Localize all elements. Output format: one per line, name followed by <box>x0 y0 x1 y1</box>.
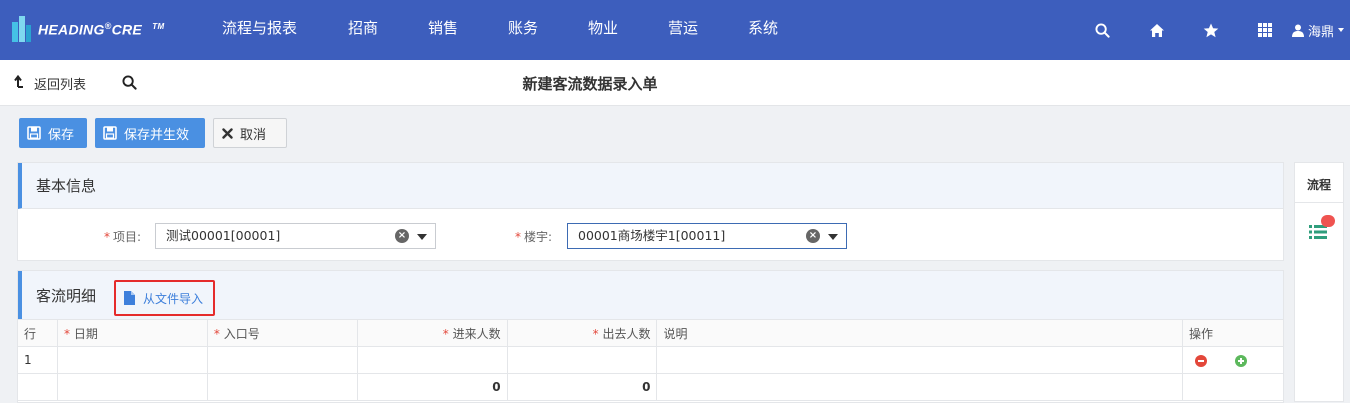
date-cell[interactable] <box>56 346 208 374</box>
file-icon <box>124 291 135 305</box>
nav-item-leasing[interactable]: 招商 <box>348 0 428 60</box>
logo[interactable]: HEADING®CRE TM <box>12 14 164 44</box>
user-icon <box>1291 24 1304 37</box>
workflow-side-panel: 流程 <box>1294 162 1344 402</box>
table-row: 1 <box>17 346 1284 374</box>
nav-item-operations[interactable]: 营运 <box>668 0 748 60</box>
nav-item-reports[interactable]: 流程与报表 <box>222 0 348 60</box>
nav-item-accounts[interactable]: 账务 <box>508 0 588 60</box>
remove-row-icon[interactable] <box>1195 354 1207 367</box>
col-actions: 操作 <box>1182 319 1284 347</box>
actions-cell <box>1182 346 1284 374</box>
traffic-detail-title: 客流明细 <box>36 286 97 305</box>
clear-icon[interactable]: × <box>806 229 820 243</box>
out-count-cell[interactable] <box>506 346 658 374</box>
search-icon[interactable] <box>1076 0 1130 60</box>
out-count-total: 0 <box>506 373 658 401</box>
basic-info-title: 基本信息 <box>36 177 97 195</box>
nav-item-system[interactable]: 系统 <box>748 0 808 60</box>
workflow-list-icon[interactable] <box>1309 215 1335 241</box>
nav-item-sales[interactable]: 销售 <box>428 0 508 60</box>
add-row-icon[interactable] <box>1234 354 1247 367</box>
building-select[interactable]: 00001商场楼宇1[00011] × <box>567 223 847 249</box>
logo-text: HEADING <box>38 21 105 38</box>
save-icon <box>103 126 117 140</box>
col-in-count: * 进来人数 <box>356 319 508 347</box>
save-label: 保存 <box>48 127 75 143</box>
workflow-tab[interactable]: 流程 <box>1295 163 1343 203</box>
logo-registered: ® <box>104 20 112 31</box>
star-icon[interactable] <box>1184 0 1238 60</box>
top-nav-bar: HEADING®CRE TM 流程与报表 招商 销售 账务 物业 营运 系统 海… <box>0 0 1350 60</box>
import-from-file-button[interactable]: 从文件导入 <box>114 280 215 316</box>
cancel-button[interactable]: 取消 <box>213 118 287 148</box>
logo-suffix: CRE <box>111 21 143 38</box>
save-icon <box>27 126 41 140</box>
clear-icon[interactable]: × <box>395 229 409 243</box>
entrance-cell[interactable] <box>206 346 358 374</box>
building-field-label: * 楼宇: <box>515 230 553 244</box>
col-date: * 日期 <box>56 319 208 347</box>
col-entrance: * 入口号 <box>206 319 358 347</box>
in-count-cell[interactable] <box>356 346 508 374</box>
sub-header: 返回列表 新建客流数据录入单 <box>0 60 1350 106</box>
user-menu[interactable]: 海鼎 <box>1291 21 1350 40</box>
col-out-count: * 出去人数 <box>506 319 658 347</box>
home-icon[interactable] <box>1130 0 1184 60</box>
logo-trademark: TM <box>152 21 165 31</box>
save-and-activate-label: 保存并生效 <box>124 127 190 143</box>
dropdown-caret-icon[interactable] <box>828 234 838 240</box>
chevron-down-icon <box>1338 28 1344 32</box>
logo-building-icon <box>12 16 32 42</box>
col-note: 说明 <box>656 319 1183 347</box>
traffic-detail-table: 行 * 日期 * 入口号 * 进来人数 * 出去人数 说明 操作 1 0 0 <box>17 319 1284 401</box>
import-label: 从文件导入 <box>143 291 204 306</box>
project-value: 测试00001[00001] <box>166 228 281 243</box>
nav-icon-group: 海鼎 <box>1076 0 1350 60</box>
save-and-activate-button[interactable]: 保存并生效 <box>95 118 205 148</box>
table-header-row: 行 * 日期 * 入口号 * 进来人数 * 出去人数 说明 操作 <box>17 319 1284 347</box>
row-number: 1 <box>17 346 58 374</box>
page-title: 新建客流数据录入单 <box>522 75 658 93</box>
apps-grid-icon[interactable] <box>1238 0 1292 60</box>
dropdown-caret-icon[interactable] <box>417 234 427 240</box>
close-icon <box>222 127 233 139</box>
project-field-label: * 项目: <box>104 230 142 244</box>
nav-item-property[interactable]: 物业 <box>588 0 668 60</box>
save-button[interactable]: 保存 <box>19 118 87 148</box>
notification-badge <box>1321 215 1335 227</box>
in-count-total: 0 <box>356 373 508 401</box>
totals-row: 0 0 <box>17 373 1284 401</box>
project-select[interactable]: 测试00001[00001] × <box>155 223 436 249</box>
building-value: 00001商场楼宇1[00011] <box>578 228 726 243</box>
main-menu: 流程与报表 招商 销售 账务 物业 营运 系统 <box>222 0 808 60</box>
cancel-label: 取消 <box>240 127 267 143</box>
col-row: 行 <box>17 319 58 347</box>
user-name: 海鼎 <box>1307 24 1334 40</box>
note-cell[interactable] <box>656 346 1183 374</box>
basic-info-header: 基本信息 <box>18 163 1283 209</box>
